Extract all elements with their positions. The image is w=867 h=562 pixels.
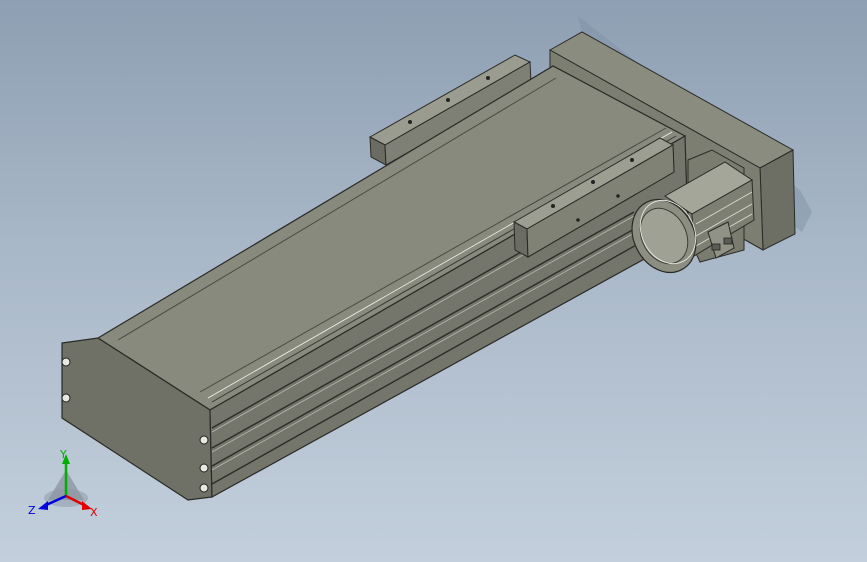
graphics-viewport[interactable]: Y X Z bbox=[0, 0, 867, 562]
carriage-rail-hole bbox=[616, 194, 620, 198]
linear-actuator-model[interactable] bbox=[0, 0, 867, 562]
end-face-bolt bbox=[61, 357, 71, 367]
motor-connector-pin bbox=[711, 243, 721, 251]
motor-connector-pin bbox=[723, 237, 733, 245]
end-face-bolt bbox=[199, 435, 209, 445]
y-axis-label: Y bbox=[59, 448, 67, 461]
mount-plate-front bbox=[759, 149, 796, 251]
axis-triad: Y X Z bbox=[28, 448, 98, 519]
carriage-rail-hole bbox=[551, 204, 555, 208]
carriage-rail-hole bbox=[576, 218, 580, 222]
end-face-bolt bbox=[199, 483, 209, 493]
rear-rail-hole bbox=[446, 98, 450, 102]
rear-rail-hole bbox=[486, 76, 490, 80]
rear-rail-hole bbox=[408, 120, 412, 124]
z-axis-head bbox=[38, 501, 48, 510]
end-face-bolt bbox=[199, 463, 209, 473]
z-axis-label: Z bbox=[28, 504, 36, 517]
end-face-bolt bbox=[61, 393, 71, 403]
carriage-rail-hole bbox=[591, 180, 595, 184]
x-axis-label: X bbox=[90, 506, 98, 519]
carriage-rail-hole bbox=[630, 158, 634, 162]
